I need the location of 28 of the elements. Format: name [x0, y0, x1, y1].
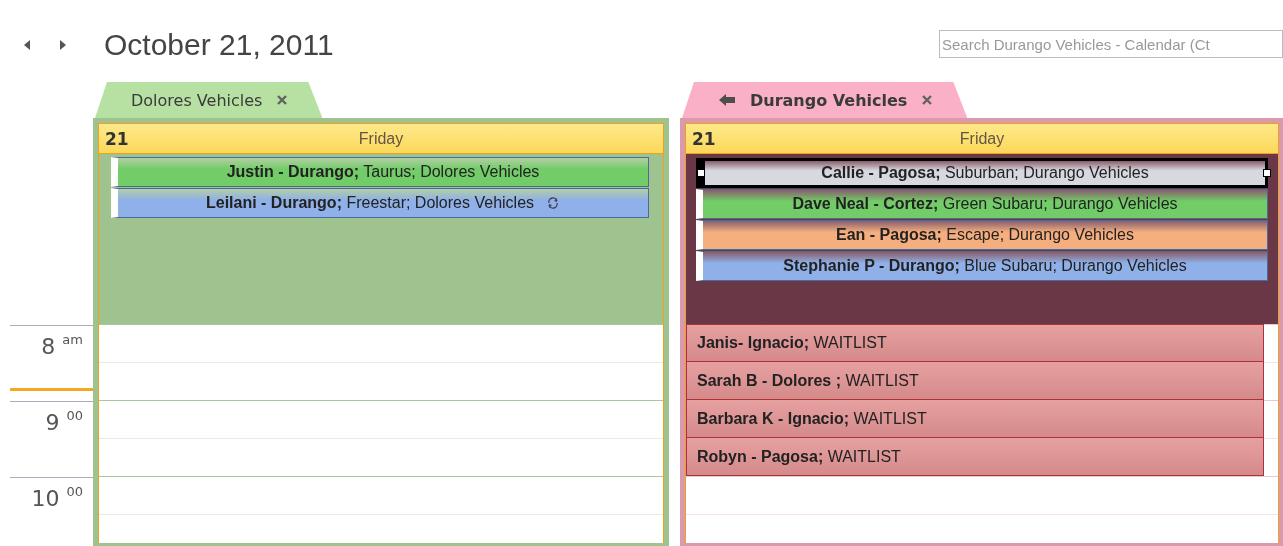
day-name: Friday	[959, 129, 1005, 148]
hour-label: 10 $^{00}$	[31, 484, 83, 511]
hour-label: 8 $^{am}$	[41, 332, 83, 359]
appointment[interactable]: Dave Neal - Cortez; Green Subaru; Durango Vehicles	[696, 189, 1268, 219]
appointment[interactable]: Ean - Pagosa; Escape; Durango Vehicles	[696, 220, 1268, 250]
appointment[interactable]: Sarah B - Dolores ; WAITLIST	[686, 362, 1264, 400]
appointment[interactable]: Barbara K - Ignacio; WAITLIST	[686, 400, 1264, 438]
previous-icon[interactable]	[22, 39, 32, 51]
appointment[interactable]: Stephanie P - Durango; Blue Subaru; Durango Vehicles	[696, 251, 1268, 281]
day-number: 21	[104, 128, 129, 149]
close-icon[interactable]	[921, 94, 934, 106]
calendar-name: Durango Vehicles	[750, 90, 908, 110]
arrow-left-icon[interactable]	[718, 93, 736, 107]
calendar-tab[interactable]: Durango Vehicles	[682, 82, 968, 118]
calendar-name: Dolores Vehicles	[131, 90, 263, 110]
hour-label: 9 $^{00}$	[45, 408, 83, 435]
appointment[interactable]: Janis- Ignacio; WAITLIST	[686, 324, 1264, 362]
day-number: 21	[691, 128, 716, 149]
appointment[interactable]: Robyn - Pagosa; WAITLIST	[686, 438, 1264, 476]
appointment[interactable]: Leilani - Durango; Freestar; Dolores Vehicles	[111, 188, 649, 218]
day-name: Friday	[358, 129, 404, 148]
appointment[interactable]: Callie - Pagosa; Suburban; Durango Vehicles	[696, 158, 1268, 188]
date-title: October 21, 2011	[104, 28, 334, 62]
close-icon[interactable]	[276, 94, 289, 106]
search-field[interactable]: Search Durango Vehicles - Calendar (Ct	[939, 30, 1283, 58]
appointment[interactable]: Justin - Durango; Taurus; Dolores Vehicles	[111, 157, 649, 187]
next-icon[interactable]	[58, 39, 68, 51]
calendar-tab[interactable]: Dolores Vehicles	[95, 82, 323, 118]
